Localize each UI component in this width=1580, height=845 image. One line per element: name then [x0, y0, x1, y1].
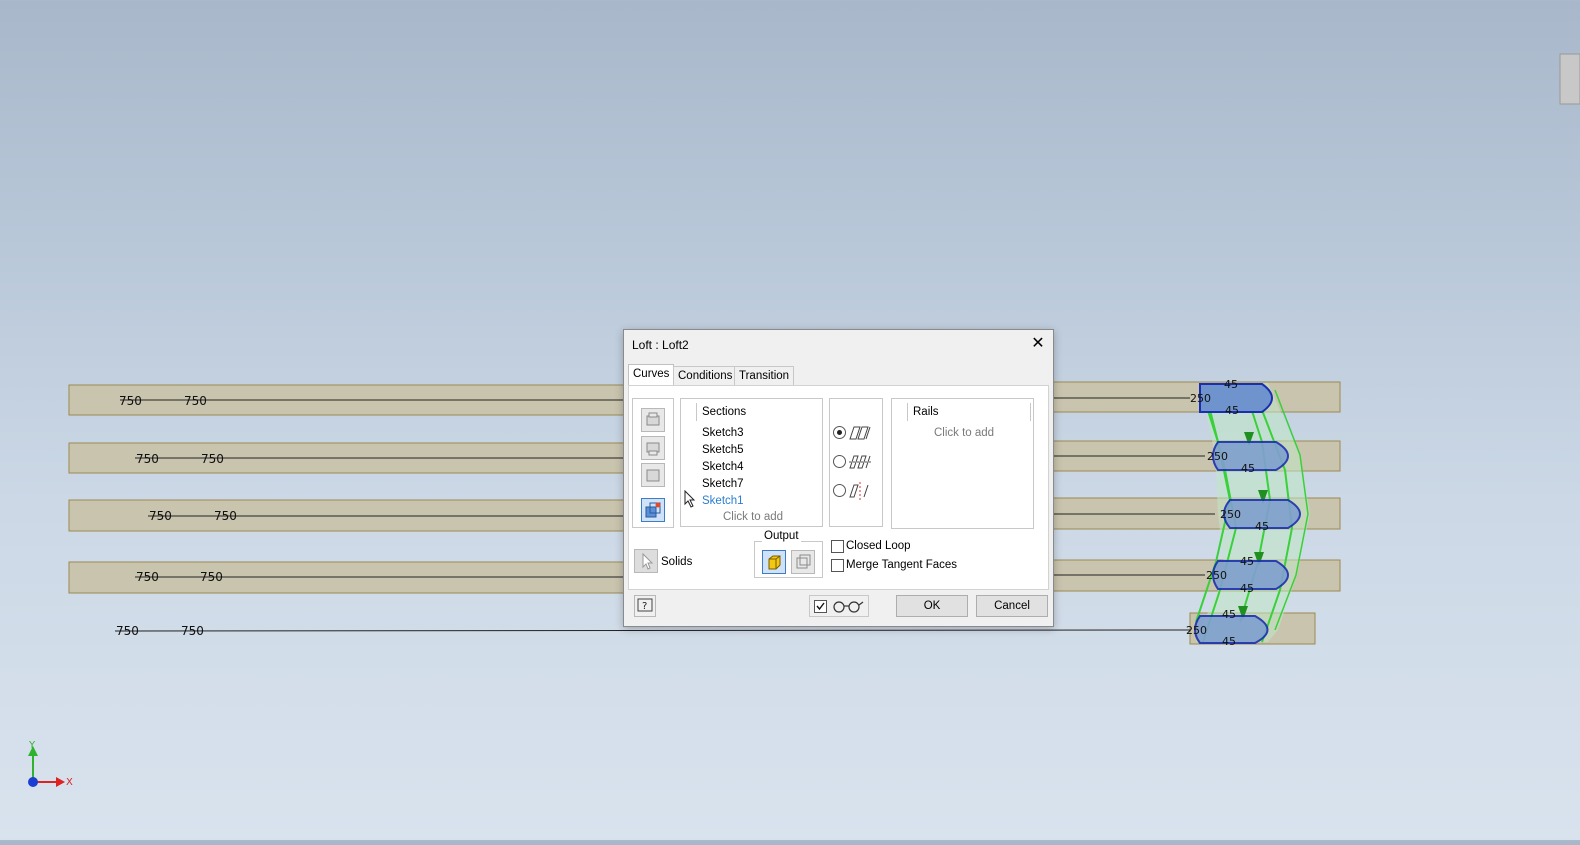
help-button[interactable]: ?	[634, 595, 656, 617]
list-item[interactable]: Sketch3	[702, 427, 744, 439]
solids-label: Solids	[661, 556, 693, 568]
area-loft-radio[interactable]	[833, 484, 846, 497]
svg-text:750: 750	[116, 624, 139, 638]
sections-hint[interactable]: Click to add	[723, 511, 783, 523]
viewcube-edge[interactable]	[1559, 53, 1580, 105]
list-item[interactable]: Sketch4	[702, 461, 744, 473]
svg-text:750: 750	[200, 570, 223, 584]
move-up-icon	[646, 412, 660, 426]
axis-triad: Y X	[28, 740, 73, 788]
merge-tangent-faces-checkbox[interactable]	[831, 559, 844, 572]
dialog-button-bar: ? OK Cancel	[628, 592, 1048, 620]
svg-text:750: 750	[136, 570, 159, 584]
select-arrow-icon	[642, 552, 654, 570]
move-down-button[interactable]	[641, 436, 665, 460]
closed-loop-label: Closed Loop	[846, 540, 911, 552]
glasses-icon	[833, 601, 864, 613]
svg-text:250: 250	[1190, 392, 1211, 405]
svg-text:250: 250	[1186, 624, 1207, 637]
sections-list[interactable]: Sections Sketch3 Sketch5 Sketch4 Sketch7…	[680, 398, 823, 527]
rails-loft-icon	[849, 426, 871, 440]
svg-text:45: 45	[1240, 555, 1254, 568]
centerline-loft-icon	[849, 455, 873, 469]
output-solid-button[interactable]	[762, 550, 786, 574]
svg-text:45: 45	[1225, 404, 1239, 417]
merge-tangent-faces-label: Merge Tangent Faces	[846, 559, 958, 571]
tab-transition[interactable]: Transition	[734, 366, 795, 385]
rails-list[interactable]: Rails Click to add	[891, 398, 1034, 529]
svg-text:45: 45	[1241, 462, 1255, 475]
svg-text:?: ?	[642, 601, 647, 612]
svg-text:250: 250	[1207, 450, 1228, 463]
output-label: Output	[762, 530, 801, 542]
sections-header: Sections	[702, 406, 747, 418]
remove-section-icon	[646, 469, 660, 482]
list-item[interactable]: Sketch7	[702, 478, 744, 490]
preview-toggle[interactable]	[809, 595, 869, 617]
rails-hint[interactable]: Click to add	[934, 427, 994, 439]
surface-body-icon	[796, 554, 811, 569]
svg-text:250: 250	[1206, 569, 1227, 582]
select-sections-button[interactable]	[641, 498, 665, 522]
svg-text:45: 45	[1222, 608, 1236, 621]
list-item[interactable]: Sketch5	[702, 444, 744, 456]
close-icon[interactable]: ✕	[1029, 335, 1047, 353]
move-down-icon	[646, 442, 660, 456]
svg-text:45: 45	[1224, 378, 1238, 391]
cancel-button[interactable]: Cancel	[976, 595, 1048, 617]
dialog-title: Loft : Loft2	[632, 338, 689, 352]
rails-radio[interactable]	[833, 426, 846, 439]
area-loft-icon	[849, 482, 869, 500]
centerline-radio[interactable]	[833, 455, 846, 468]
section-tools	[632, 398, 674, 528]
svg-text:750: 750	[149, 509, 172, 523]
rails-header: Rails	[913, 406, 939, 418]
curves-panel: Sections Sketch3 Sketch5 Sketch4 Sketch7…	[628, 385, 1049, 590]
help-icon: ?	[637, 598, 653, 612]
svg-text:750: 750	[201, 452, 224, 466]
remove-section-button[interactable]	[641, 463, 665, 487]
move-up-button[interactable]	[641, 408, 665, 432]
svg-text:Y: Y	[28, 740, 36, 751]
svg-text:750: 750	[181, 624, 204, 638]
tab-curves[interactable]: Curves	[628, 364, 675, 385]
select-sections-icon	[645, 502, 661, 518]
output-surface-button[interactable]	[791, 550, 815, 574]
solid-body-icon	[768, 555, 781, 570]
svg-text:750: 750	[136, 452, 159, 466]
closed-loop-checkbox[interactable]	[831, 540, 844, 553]
ok-button[interactable]: OK	[896, 595, 968, 617]
tab-conditions[interactable]: Conditions	[673, 366, 738, 385]
loft-type-group	[829, 398, 883, 527]
svg-text:45: 45	[1222, 635, 1236, 648]
solids-button[interactable]	[634, 549, 658, 573]
svg-text:45: 45	[1240, 582, 1254, 595]
svg-text:X: X	[66, 777, 73, 788]
svg-text:45: 45	[1255, 520, 1269, 533]
svg-text:750: 750	[119, 394, 142, 408]
svg-text:250: 250	[1220, 508, 1241, 521]
svg-text:750: 750	[214, 509, 237, 523]
mouse-cursor-icon	[684, 490, 696, 508]
list-item-selected[interactable]: Sketch1	[702, 495, 744, 507]
loft-dialog: Loft : Loft2 ✕ Curves Conditions Transit…	[623, 329, 1054, 627]
svg-text:750: 750	[184, 394, 207, 408]
preview-checkbox[interactable]	[814, 600, 827, 613]
